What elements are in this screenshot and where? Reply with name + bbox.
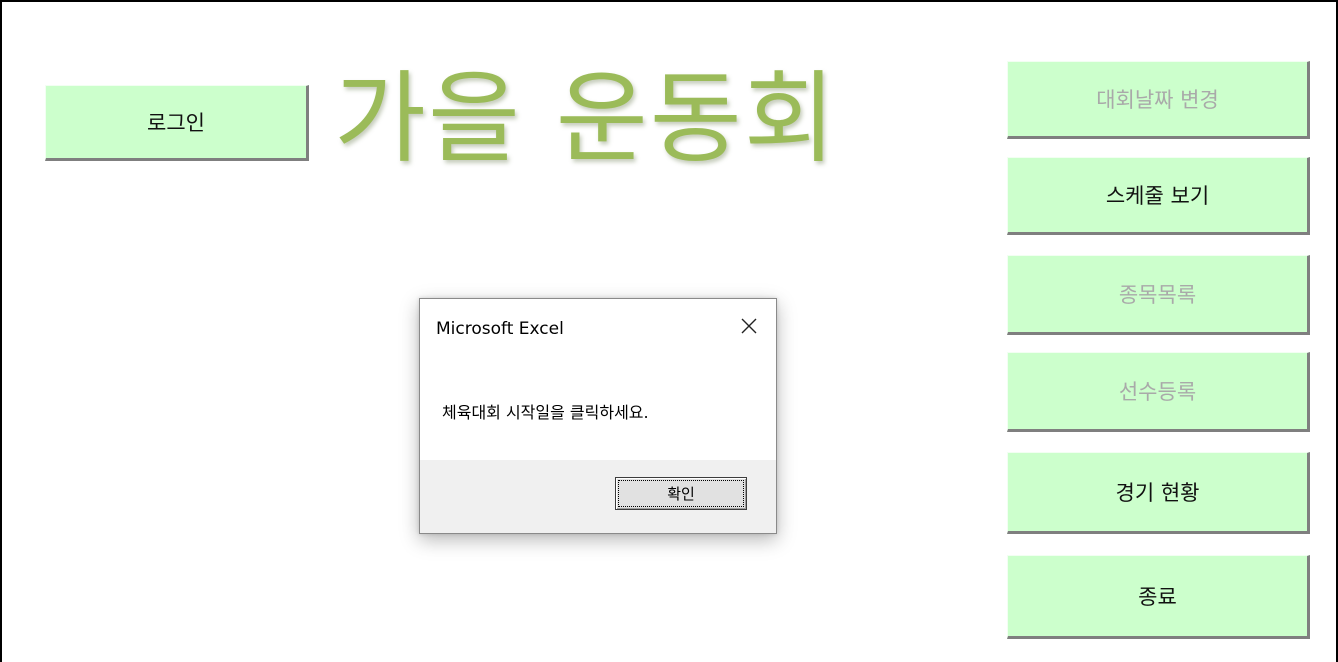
player-register-button[interactable]: 선수등록 bbox=[1007, 352, 1310, 432]
ok-button[interactable]: 확인 bbox=[615, 477, 747, 510]
dialog-message: 체육대회 시작일을 클릭하세요. bbox=[442, 403, 649, 422]
dialog-title: Microsoft Excel bbox=[436, 319, 564, 339]
worksheet: 로그인 가을 운동회 대회날짜 변경 스케줄 보기 종목목록 선수등록 경기 현… bbox=[0, 0, 1338, 662]
close-icon[interactable] bbox=[732, 311, 766, 341]
ok-button-label: 확인 bbox=[667, 485, 695, 503]
dialog-footer: 확인 bbox=[420, 460, 776, 533]
player-register-label: 선수등록 bbox=[1118, 380, 1197, 404]
exit-label: 종료 bbox=[1138, 585, 1177, 609]
event-list-label: 종목목록 bbox=[1118, 283, 1197, 307]
match-status-button[interactable]: 경기 현황 bbox=[1007, 452, 1310, 534]
message-dialog: Microsoft Excel 체육대회 시작일을 클릭하세요. 확인 bbox=[419, 298, 777, 534]
page-title: 가을 운동회 bbox=[334, 60, 838, 177]
event-list-button[interactable]: 종목목록 bbox=[1007, 255, 1310, 335]
view-schedule-button[interactable]: 스케줄 보기 bbox=[1007, 157, 1310, 235]
exit-button[interactable]: 종료 bbox=[1007, 555, 1310, 639]
login-button[interactable]: 로그인 bbox=[45, 85, 309, 161]
match-status-label: 경기 현황 bbox=[1115, 481, 1200, 505]
view-schedule-label: 스케줄 보기 bbox=[1105, 184, 1210, 208]
change-date-button[interactable]: 대회날짜 변경 bbox=[1007, 61, 1310, 139]
login-button-label: 로그인 bbox=[147, 111, 205, 135]
change-date-label: 대회날짜 변경 bbox=[1096, 88, 1219, 112]
